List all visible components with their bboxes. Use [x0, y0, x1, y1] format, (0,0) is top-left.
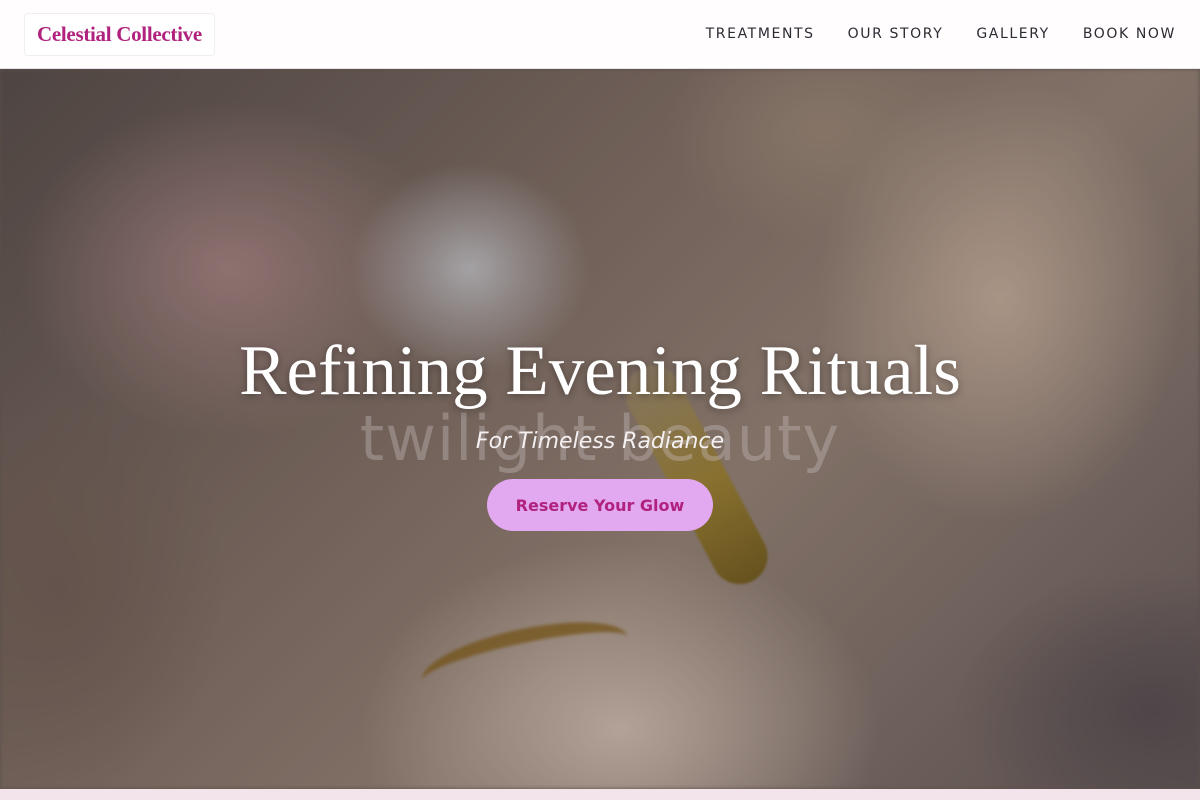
nav-item-treatments[interactable]: TREATMENTS — [706, 26, 815, 42]
brand-logo[interactable]: Celestial Collective — [24, 12, 215, 56]
nav-item-our-story[interactable]: OUR STORY — [848, 26, 944, 42]
reserve-glow-button[interactable]: Reserve Your Glow — [487, 479, 713, 531]
nav-item-gallery[interactable]: GALLERY — [976, 26, 1049, 42]
hero-section: twilight beauty Refining Evening Rituals… — [0, 69, 1200, 789]
next-section-edge — [0, 789, 1200, 800]
nav-item-book-now[interactable]: BOOK NOW — [1083, 26, 1176, 42]
main-nav: TREATMENTS OUR STORY GALLERY BOOK NOW — [706, 0, 1176, 68]
site-header: Celestial Collective TREATMENTS OUR STOR… — [0, 0, 1200, 69]
hero-subtitle: For Timeless Radiance — [475, 429, 725, 454]
hero-title: Refining Evening Rituals — [239, 332, 961, 410]
